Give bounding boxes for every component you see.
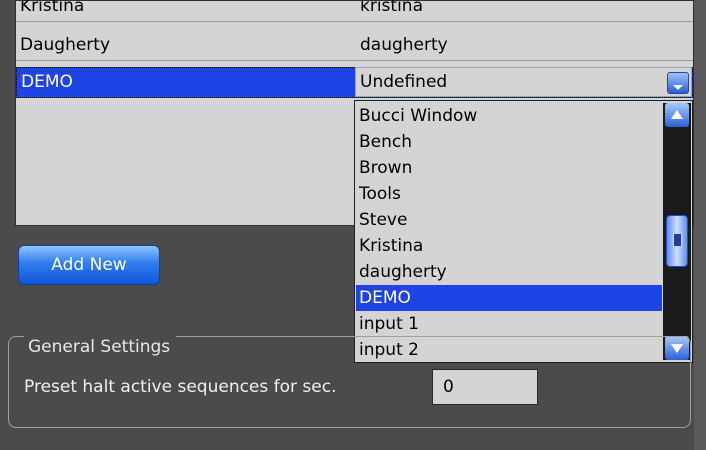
dropdown-option[interactable]: Bench	[356, 129, 662, 155]
dropdown-option[interactable]: daugherty	[356, 259, 662, 285]
dropdown-option[interactable]: Bucci Window	[356, 103, 662, 129]
add-new-button[interactable]: Add New	[18, 245, 160, 285]
general-settings-legend: General Settings	[24, 336, 177, 358]
panel-edge	[694, 0, 706, 450]
chevron-down-icon[interactable]	[667, 72, 689, 94]
row-name: Kristina	[20, 0, 85, 16]
combobox-value: Undefined	[360, 72, 448, 92]
row-name: DEMO	[21, 72, 73, 92]
value-combobox[interactable]: Undefined	[355, 67, 692, 97]
dropdown-list[interactable]: Bucci Window Bench Brown Tools Steve Kri…	[354, 100, 693, 363]
dropdown-option[interactable]: Kristina	[356, 233, 662, 259]
dropdown-option[interactable]: Steve	[356, 207, 662, 233]
grid-row[interactable]: Daugherty daugherty	[16, 31, 693, 61]
dropdown-option-selected[interactable]: DEMO	[356, 285, 662, 311]
dropdown-scrollbar[interactable]	[663, 103, 691, 360]
scroll-thumb[interactable]	[666, 215, 688, 267]
row-name: Daugherty	[20, 35, 111, 55]
dropdown-option[interactable]: Brown	[356, 155, 662, 181]
grid-row[interactable]: Kristina kristina	[16, 0, 693, 22]
scroll-up-icon[interactable]	[665, 103, 689, 127]
dropdown-option[interactable]: input 1	[356, 311, 662, 337]
preset-halt-label: Preset halt active sequences for sec.	[24, 377, 337, 397]
dropdown-option[interactable]: Tools	[356, 181, 662, 207]
row-value: kristina	[360, 0, 423, 16]
row-value: daugherty	[360, 35, 448, 55]
preset-halt-input[interactable]: 0	[432, 369, 538, 405]
